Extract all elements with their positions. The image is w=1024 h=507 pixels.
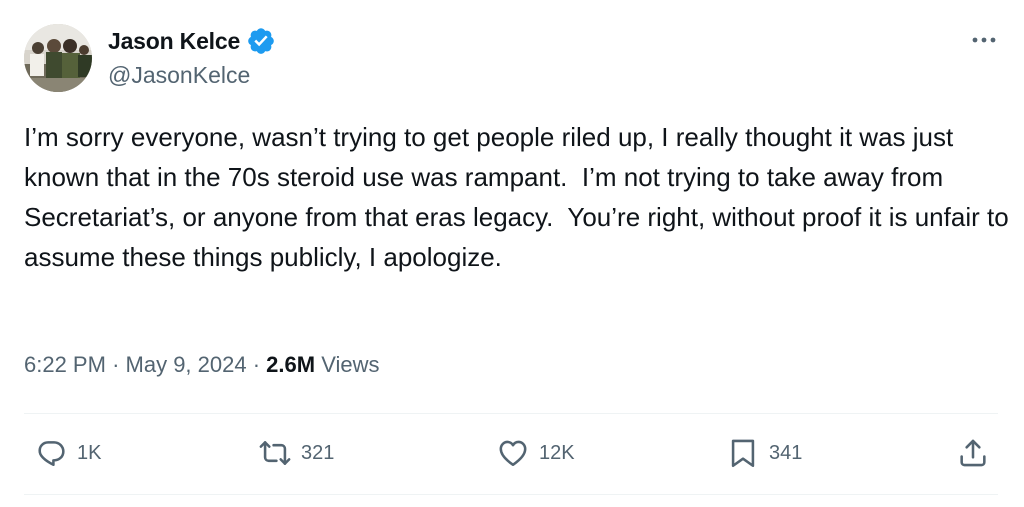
tweet-meta: 6:22 PM · May 9, 2024 · 2.6M Views	[24, 352, 380, 378]
avatar[interactable]	[24, 24, 92, 92]
author-name-row: Jason Kelce	[108, 26, 276, 56]
share-icon	[960, 439, 986, 467]
verified-badge-icon[interactable]	[246, 26, 276, 56]
views-label: Views	[321, 352, 380, 377]
bookmark-count: 341	[769, 441, 803, 464]
like-button[interactable]: 12K	[496, 436, 575, 470]
share-button[interactable]	[956, 436, 990, 470]
bookmark-button[interactable]: 341	[726, 436, 802, 470]
avatar-photo-icon	[24, 24, 92, 92]
more-horizontal-icon[interactable]	[970, 30, 998, 50]
divider	[24, 413, 998, 414]
reply-button[interactable]: 1K	[34, 436, 101, 470]
repost-icon	[259, 441, 291, 465]
meta-separator: ·	[252, 352, 261, 377]
meta-separator: ·	[112, 352, 120, 377]
tweet-text: I’m sorry everyone, wasn’t trying to get…	[24, 122, 1016, 272]
repost-count: 321	[301, 441, 335, 464]
action-bar: 1K 321 12K 341	[0, 436, 1024, 476]
reply-count: 1K	[77, 441, 102, 464]
like-count: 12K	[539, 441, 575, 464]
repost-button[interactable]: 321	[258, 436, 334, 470]
views-count: 2.6M	[266, 352, 316, 377]
tweet-time[interactable]: 6:22 PM	[24, 352, 106, 378]
reply-icon	[38, 441, 65, 467]
tweet-card: Jason Kelce @JasonKelce I’m sorry everyo…	[0, 0, 1024, 507]
heart-icon	[499, 440, 527, 467]
tweet-date[interactable]: May 9, 2024	[126, 352, 247, 378]
divider	[24, 494, 998, 495]
bookmark-icon	[731, 439, 755, 468]
author-handle[interactable]: @JasonKelce	[108, 62, 250, 89]
author-display-name[interactable]: Jason Kelce	[108, 28, 240, 55]
